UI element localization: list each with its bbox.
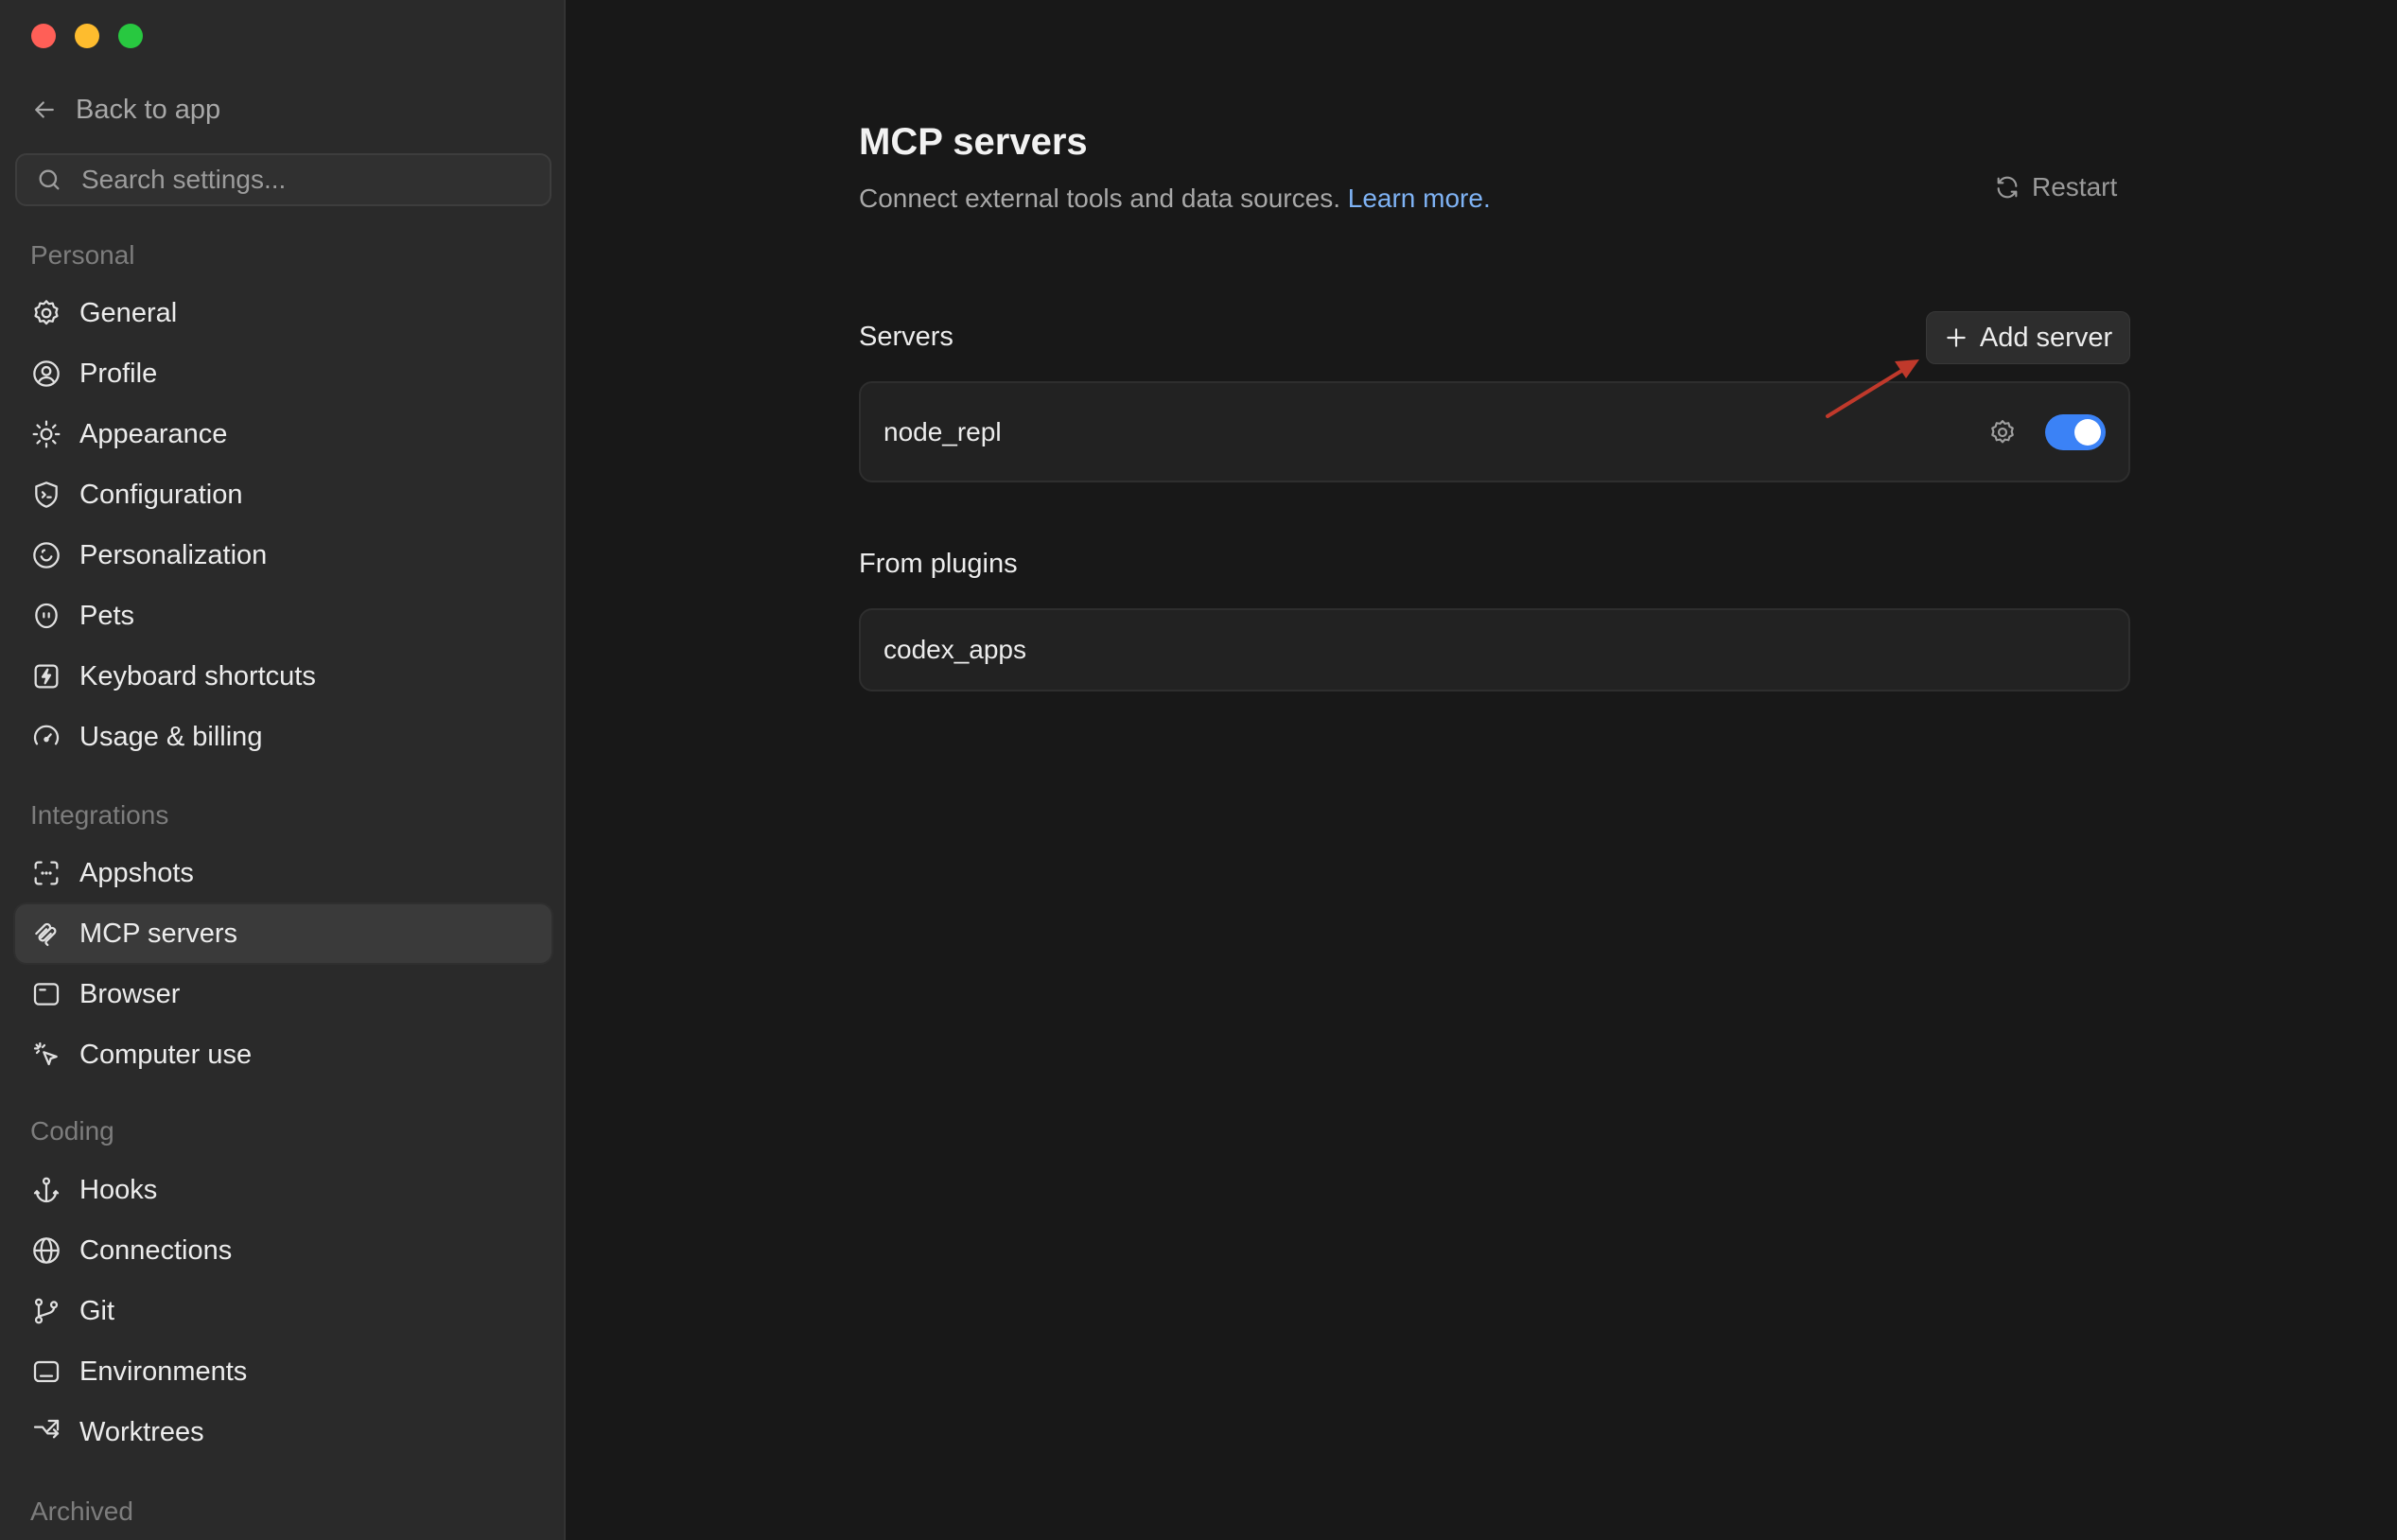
user-circle-icon — [30, 358, 62, 390]
sidebar-item-personalization[interactable]: Personalization — [15, 526, 551, 585]
pet-face-icon — [30, 600, 62, 632]
close-window-button[interactable] — [31, 24, 56, 48]
search-box[interactable] — [15, 153, 551, 206]
sidebar-item-keyboard-shortcuts[interactable]: Keyboard shortcuts — [15, 647, 551, 706]
plugin-card-codex-apps[interactable]: codex_apps — [859, 608, 2130, 691]
search-input[interactable] — [79, 164, 537, 196]
sidebar-item-usage-billing[interactable]: Usage & billing — [15, 708, 551, 766]
plus-icon — [1947, 328, 1966, 347]
sidebar-item-connections[interactable]: Connections — [15, 1221, 551, 1280]
sidebar-item-appearance[interactable]: Appearance — [15, 405, 551, 464]
sidebar-item-label: Configuration — [79, 479, 243, 510]
server-card-node-repl: node_repl — [859, 381, 2130, 482]
cursor-click-icon — [30, 1039, 62, 1071]
sidebar-item-pets[interactable]: Pets — [15, 586, 551, 645]
section-integrations: Integrations — [30, 800, 169, 830]
gear-icon — [30, 297, 62, 329]
monitor-icon — [30, 1356, 62, 1388]
sidebar-item-profile[interactable]: Profile — [15, 344, 551, 403]
sidebar-item-computer-use[interactable]: Computer use — [15, 1025, 551, 1084]
sidebar-item-label: Connections — [79, 1234, 233, 1266]
sidebar-item-label: General — [79, 297, 178, 328]
sidebar-item-label: MCP servers — [79, 918, 238, 949]
back-to-app-link[interactable]: Back to app — [30, 91, 220, 129]
lightning-square-icon — [30, 660, 62, 692]
add-server-label: Add server — [1979, 322, 2113, 353]
toggle-knob — [2074, 418, 2101, 446]
annotation-arrow — [1826, 359, 1919, 418]
search-icon — [39, 169, 60, 190]
browser-window-icon — [30, 978, 62, 1010]
sidebar-item-label: Appshots — [79, 857, 194, 888]
zoom-window-button[interactable] — [118, 24, 143, 48]
section-coding: Coding — [30, 1116, 114, 1146]
page-subtitle: Connect external tools and data sources.… — [859, 184, 1491, 214]
shield-code-icon — [30, 479, 62, 511]
sidebar-item-label: Appearance — [79, 418, 228, 449]
sidebar-item-label: Usage & billing — [79, 721, 263, 752]
sidebar-item-browser[interactable]: Browser — [15, 965, 551, 1024]
settings-sidebar: Back to app Personal General Profile App… — [0, 0, 566, 1540]
sidebar-item-label: Pets — [79, 600, 135, 631]
refresh-icon — [1997, 176, 2018, 199]
sidebar-item-label: Environments — [79, 1356, 248, 1387]
back-to-app-label: Back to app — [76, 94, 221, 125]
learn-more-link[interactable]: Learn more. — [1348, 184, 1491, 213]
sidebar-item-label: Keyboard shortcuts — [79, 660, 316, 691]
gear-icon[interactable] — [1986, 416, 2019, 448]
globe-icon — [30, 1234, 62, 1267]
sun-icon — [30, 418, 62, 450]
sidebar-item-environments[interactable]: Environments — [15, 1342, 551, 1401]
smile-circle-icon — [30, 539, 62, 571]
sidebar-item-label: Computer use — [79, 1039, 253, 1070]
arrow-left-icon — [35, 101, 54, 118]
sidebar-item-label: Worktrees — [79, 1416, 204, 1447]
sidebar-item-hooks[interactable]: Hooks — [15, 1161, 551, 1219]
settings-main-panel: MCP servers Connect external tools and d… — [566, 0, 2397, 1540]
sidebar-item-git[interactable]: Git — [15, 1282, 551, 1340]
servers-heading: Servers — [859, 322, 954, 352]
screenshot-frame-icon — [30, 857, 62, 889]
server-enabled-toggle[interactable] — [2045, 413, 2106, 450]
subtitle-text: Connect external tools and data sources. — [859, 184, 1340, 213]
sidebar-item-label: Profile — [79, 358, 158, 389]
gauge-icon — [30, 721, 62, 753]
server-name: node_repl — [884, 416, 1002, 446]
worktree-arrow-icon — [30, 1416, 62, 1448]
mcp-icon — [30, 918, 62, 950]
sidebar-item-label: Personalization — [79, 539, 268, 570]
sidebar-item-mcp-servers[interactable]: MCP servers — [15, 904, 551, 963]
section-archived: Archived — [30, 1496, 133, 1526]
sidebar-item-worktrees[interactable]: Worktrees — [15, 1403, 551, 1461]
sidebar-item-label: Hooks — [79, 1174, 158, 1205]
anchor-icon — [30, 1174, 62, 1206]
page-title: MCP servers — [859, 121, 1088, 163]
sidebar-item-label: Git — [79, 1295, 115, 1326]
settings-window: Back to app Personal General Profile App… — [0, 0, 2397, 1540]
section-personal: Personal — [30, 240, 135, 270]
sidebar-item-configuration[interactable]: Configuration — [15, 465, 551, 524]
sidebar-item-appshots[interactable]: Appshots — [15, 844, 551, 902]
add-server-button[interactable]: Add server — [1926, 311, 2130, 364]
plugins-heading: From plugins — [859, 549, 1018, 579]
restart-label: Restart — [2032, 172, 2118, 201]
sidebar-item-general[interactable]: General — [15, 284, 551, 342]
minimize-window-button[interactable] — [75, 24, 99, 48]
sidebar-item-label: Browser — [79, 978, 181, 1009]
plugin-name: codex_apps — [884, 635, 1027, 664]
git-branch-icon — [30, 1295, 62, 1327]
restart-button[interactable]: Restart — [1985, 166, 2126, 208]
